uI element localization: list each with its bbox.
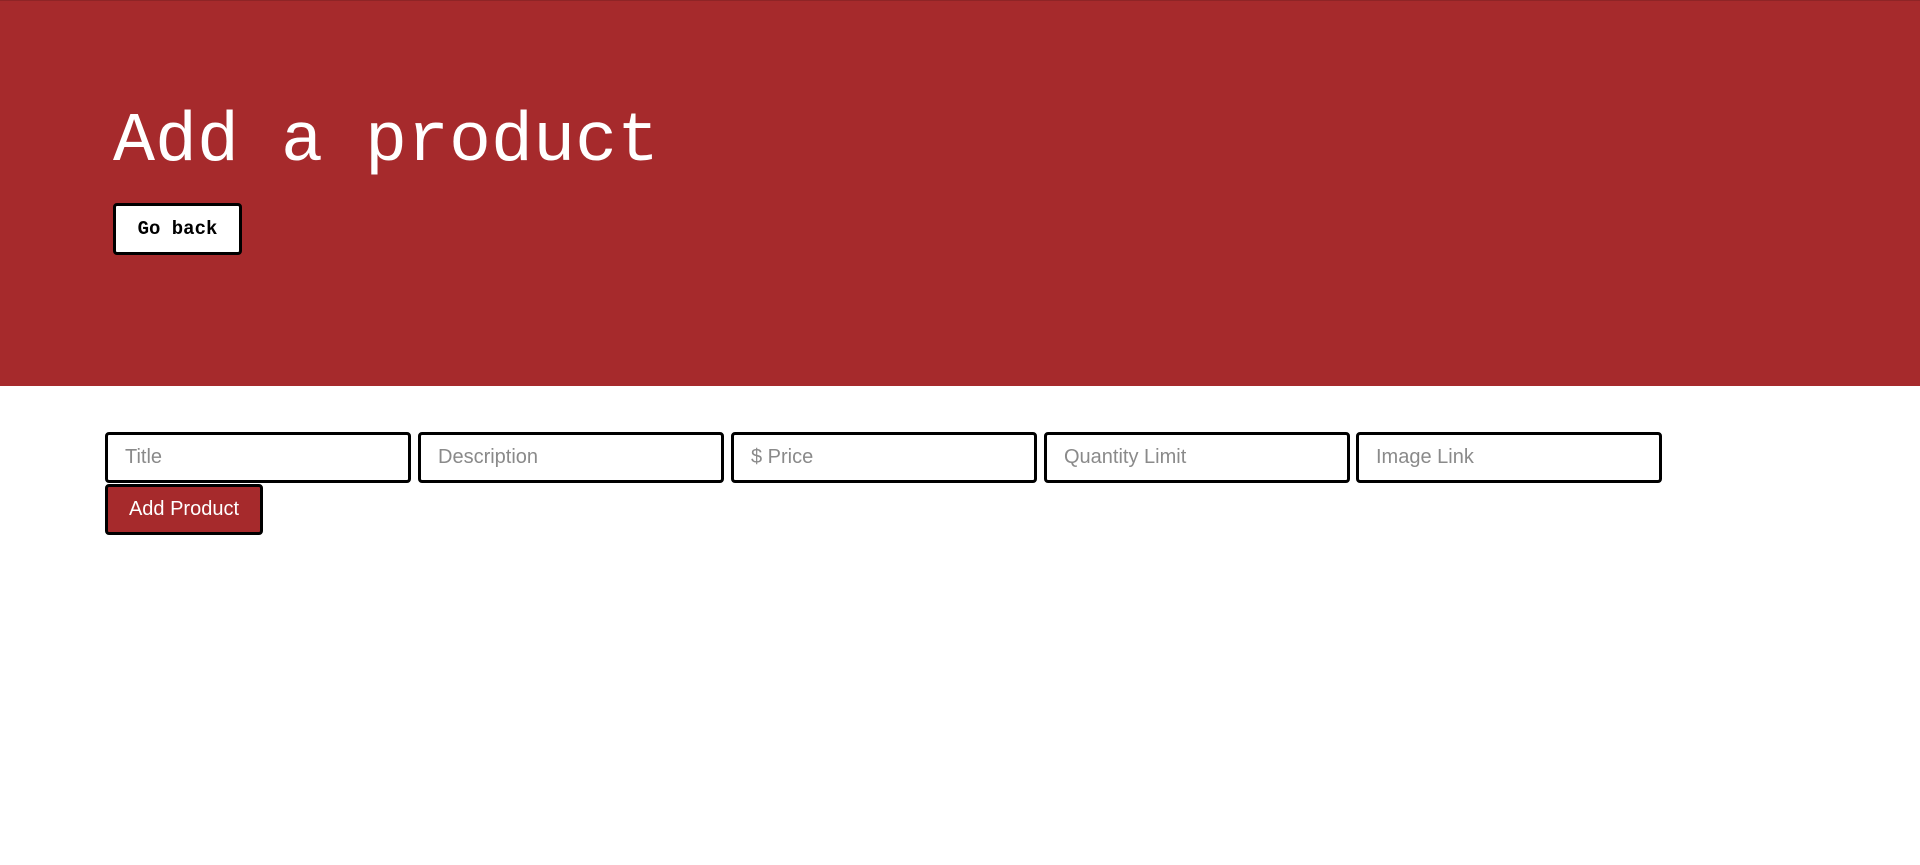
title-input[interactable] bbox=[105, 432, 411, 483]
add-product-form: Add Product bbox=[0, 386, 1920, 865]
header-banner: Add a product Go back bbox=[0, 0, 1920, 386]
go-back-button[interactable]: Go back bbox=[113, 203, 242, 255]
price-input[interactable] bbox=[731, 432, 1037, 483]
add-product-button[interactable]: Add Product bbox=[105, 484, 263, 535]
image-link-input[interactable] bbox=[1356, 432, 1662, 483]
description-input[interactable] bbox=[418, 432, 724, 483]
page-title: Add a product bbox=[113, 103, 660, 182]
quantity-limit-input[interactable] bbox=[1044, 432, 1350, 483]
